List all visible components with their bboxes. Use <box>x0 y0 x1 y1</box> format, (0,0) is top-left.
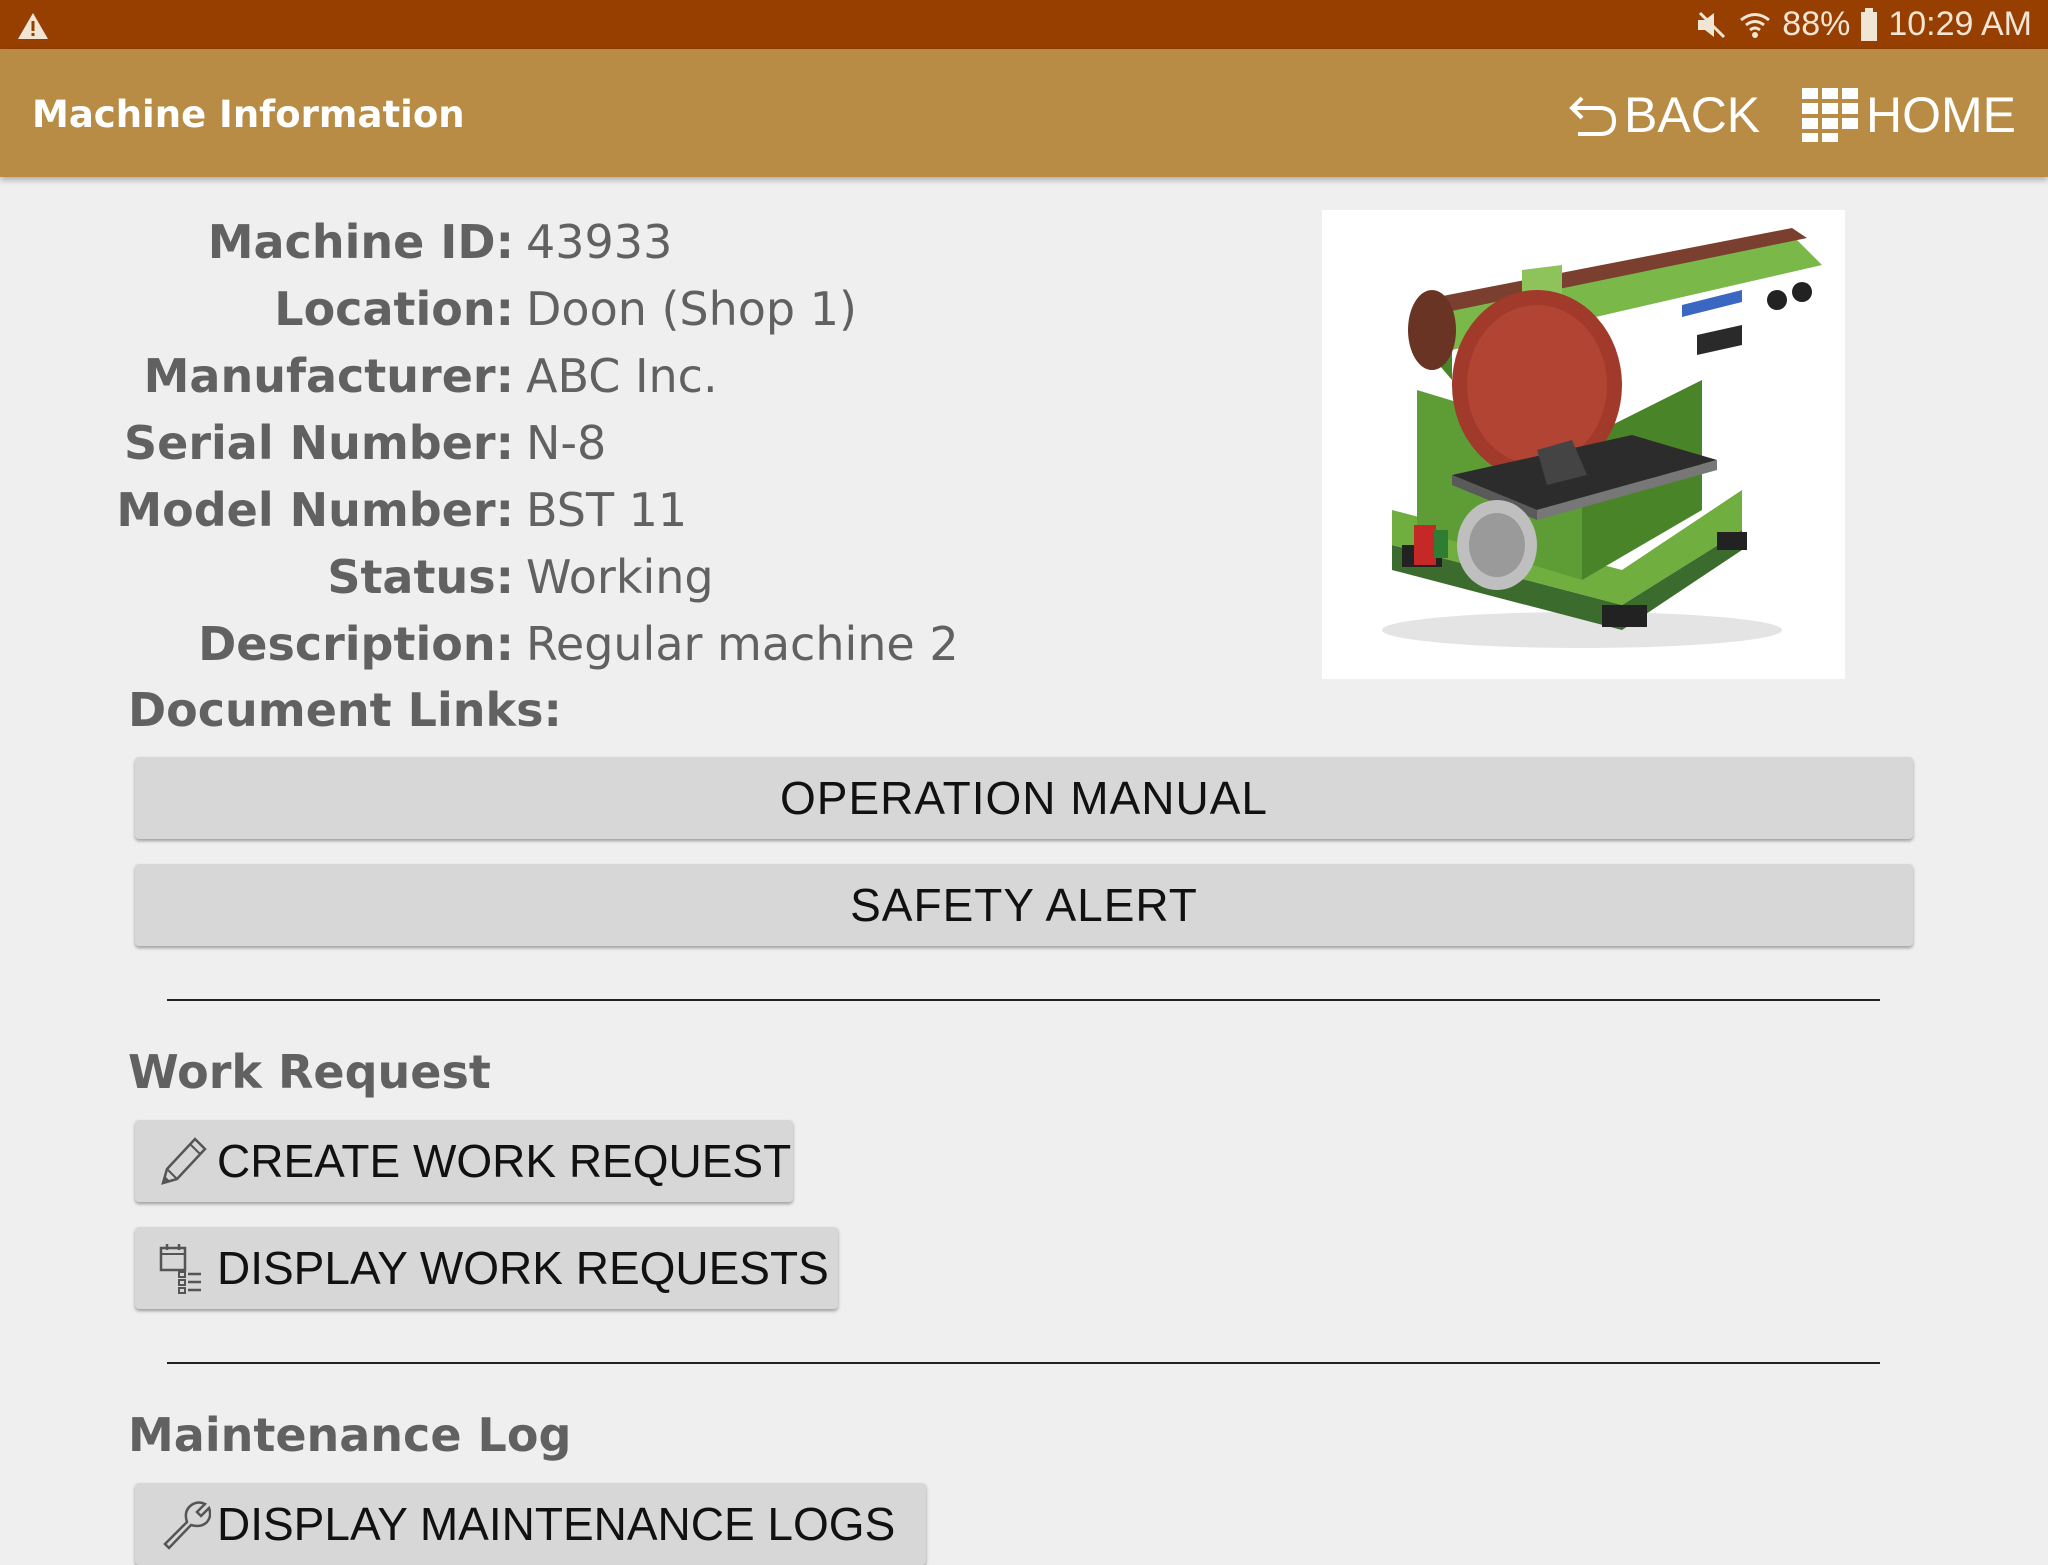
battery-icon <box>1861 7 1878 41</box>
detail-row-machine-id: Machine ID: 43933 <box>0 215 1000 282</box>
wrench-icon <box>163 1501 211 1550</box>
detail-row-manufacturer: Manufacturer: ABC Inc. <box>0 349 1000 416</box>
serial-number-value: N-8 <box>526 416 607 470</box>
back-arrow-icon <box>1569 96 1617 136</box>
manufacturer-value: ABC Inc. <box>526 349 718 403</box>
create-work-request-button[interactable]: CREATE WORK REQUEST <box>135 1120 793 1202</box>
location-value: Doon (Shop 1) <box>526 282 857 336</box>
display-maintenance-logs-label: DISPLAY MAINTENANCE LOGS <box>217 1498 896 1550</box>
detail-row-model-number: Model Number: BST 11 <box>0 483 1000 550</box>
divider <box>167 999 1880 1001</box>
clock: 10:29 AM <box>1888 5 2032 43</box>
wifi-icon <box>1740 12 1771 38</box>
manufacturer-label: Manufacturer: <box>143 349 514 403</box>
display-maintenance-logs-button[interactable]: DISPLAY MAINTENANCE LOGS <box>135 1483 926 1565</box>
mute-icon <box>1698 11 1726 38</box>
display-work-requests-button[interactable]: DISPLAY WORK REQUESTS <box>135 1227 838 1309</box>
create-work-request-label: CREATE WORK REQUEST <box>217 1135 792 1187</box>
model-number-label: Model Number: <box>116 483 514 537</box>
battery-percentage: 88% <box>1782 5 1851 43</box>
display-work-requests-label: DISPLAY WORK REQUESTS <box>217 1242 829 1294</box>
status-bar: 88% 10:29 AM <box>0 0 2048 49</box>
home-button[interactable]: HOME <box>1802 85 2016 145</box>
maintenance-log-heading: Maintenance Log <box>128 1408 572 1462</box>
pencil-icon <box>161 1137 207 1185</box>
work-request-heading: Work Request <box>128 1045 491 1099</box>
back-button[interactable]: BACK <box>1568 85 1760 145</box>
safety-alert-button[interactable]: SAFETY ALERT <box>135 864 1913 946</box>
calendar-list-icon <box>159 1244 201 1294</box>
machine-details: Machine ID: 43933 Location: Doon (Shop 1… <box>0 215 1000 684</box>
belt-disc-sander-image <box>1382 228 1822 648</box>
safety-alert-label: SAFETY ALERT <box>850 879 1198 931</box>
machine-id-value: 43933 <box>526 215 673 269</box>
detail-row-status: Status: Working <box>0 550 1000 617</box>
document-links-heading: Document Links: <box>128 683 562 737</box>
machine-id-label: Machine ID: <box>207 215 514 269</box>
status-label: Status: <box>327 550 514 604</box>
description-value: Regular machine 2 <box>526 617 959 671</box>
app-bar: Machine Information BACK HOME <box>0 49 2048 177</box>
detail-row-description: Description: Regular machine 2 <box>0 617 1000 684</box>
detail-row-serial-number: Serial Number: N-8 <box>0 416 1000 483</box>
machine-photo <box>1322 210 1845 679</box>
home-label: HOME <box>1866 87 2016 143</box>
location-label: Location: <box>274 282 514 336</box>
description-label: Description: <box>198 617 514 671</box>
operation-manual-label: OPERATION MANUAL <box>780 772 1268 824</box>
warning-icon <box>18 13 48 39</box>
detail-row-location: Location: Doon (Shop 1) <box>0 282 1000 349</box>
operation-manual-button[interactable]: OPERATION MANUAL <box>135 757 1913 839</box>
model-number-value: BST 11 <box>526 483 688 537</box>
grid-icon <box>1802 88 1858 142</box>
divider <box>167 1362 1880 1364</box>
back-label: BACK <box>1624 87 1761 143</box>
page-title: Machine Information <box>32 93 465 136</box>
serial-number-label: Serial Number: <box>124 416 514 470</box>
status-value: Working <box>526 550 714 604</box>
status-indicators: 88% 10:29 AM <box>1694 0 2032 49</box>
